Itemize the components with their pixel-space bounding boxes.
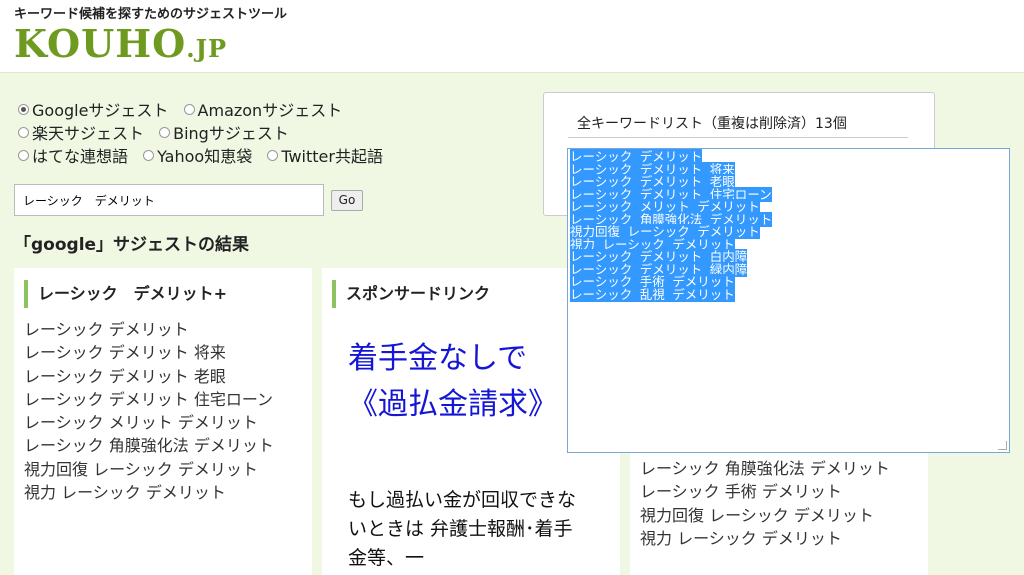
radio-hatena[interactable]: はてな連想語	[18, 143, 128, 167]
radio-label: はてな連想語	[32, 147, 129, 166]
site-header: キーワード候補を探すためのサジェストツール KOUHO.JP	[0, 0, 1024, 73]
suggest-item[interactable]: レーシック 角膜強化法 デメリット	[24, 434, 274, 457]
radio-label: Bingサジェスト	[173, 124, 289, 143]
sponsored-card-title: スポンサードリンク	[332, 280, 490, 308]
suggest-item[interactable]: レーシック デメリット	[24, 318, 274, 341]
keyword-list-title: 全キーワードリスト（重複は削除済）13個	[577, 116, 847, 132]
radio-amazon[interactable]: Amazonサジェスト	[183, 97, 343, 121]
radio-label: Amazonサジェスト	[197, 101, 343, 120]
radio-rakuten[interactable]: 楽天サジェスト	[18, 120, 144, 144]
radio-google[interactable]: Googleサジェスト	[18, 97, 168, 121]
radio-bing[interactable]: Bingサジェスト	[159, 120, 289, 144]
radio-label: Googleサジェスト	[32, 101, 169, 120]
radio-label: Twitter共起語	[281, 147, 383, 166]
resize-handle[interactable]	[998, 441, 1007, 450]
related-item[interactable]: 視力 レーシック デメリット	[640, 527, 890, 550]
related-list: レーシック 角膜強化法 デメリット レーシック 手術 デメリット 視力回復 レー…	[640, 457, 890, 550]
site-logo[interactable]: KOUHO.JP	[14, 20, 227, 73]
suggest-item[interactable]: レーシック デメリット 住宅ローン	[24, 388, 274, 411]
radio-dot[interactable]	[159, 127, 171, 138]
suggest-item[interactable]: 視力回復 レーシック デメリット	[24, 458, 274, 481]
ad-body-text[interactable]: もし過払い金が回収できないときは 弁護士報酬･着手金等、一	[348, 486, 583, 573]
go-button[interactable]: Go	[331, 190, 363, 211]
suggest-item[interactable]: レーシック デメリット 老眼	[24, 365, 274, 388]
related-item[interactable]: 視力回復 レーシック デメリット	[640, 504, 890, 527]
radio-dot[interactable]	[143, 150, 155, 161]
search-input[interactable]	[14, 184, 324, 216]
source-selector: Googleサジェスト Amazonサジェスト 楽天サジェスト Bingサジェス…	[18, 97, 518, 166]
radio-label: Yahoo知恵袋	[157, 147, 253, 166]
ad-headline-link[interactable]: 着手金なしで《過払金請求》	[348, 336, 573, 428]
panel-divider	[568, 137, 908, 138]
keyword-list-textarea[interactable]: レーシック デメリット レーシック デメリット 将来 レーシック デメリット 老…	[567, 148, 1010, 453]
source-row: 楽天サジェスト Bingサジェスト	[18, 120, 518, 143]
suggest-card-title: レーシック デメリット+	[24, 280, 227, 308]
radio-dot[interactable]	[18, 104, 29, 115]
related-item[interactable]: レーシック 手術 デメリット	[640, 480, 890, 503]
suggest-item[interactable]: レーシック メリット デメリット	[24, 411, 274, 434]
logo-suffix: .JP	[186, 34, 228, 63]
keyword-line: レーシック 乱視 デメリット	[570, 286, 1007, 302]
radio-dot[interactable]	[18, 150, 29, 161]
radio-twitter[interactable]: Twitter共起語	[267, 143, 383, 167]
suggest-item[interactable]: レーシック デメリット 将来	[24, 341, 274, 364]
radio-yahoo[interactable]: Yahoo知恵袋	[143, 143, 252, 167]
suggest-results-card: レーシック デメリット+ レーシック デメリット レーシック デメリット 将来 …	[14, 268, 312, 575]
keyword-text: レーシック 乱視 デメリット	[570, 286, 735, 302]
result-heading: 「google」サジェストの結果	[14, 235, 250, 255]
source-row: はてな連想語 Yahoo知恵袋 Twitter共起語	[18, 143, 518, 166]
radio-dot[interactable]	[267, 150, 279, 161]
related-item[interactable]: レーシック 角膜強化法 デメリット	[640, 457, 890, 480]
radio-dot[interactable]	[183, 104, 195, 115]
logo-main: KOUHO	[14, 21, 187, 66]
radio-label: 楽天サジェスト	[32, 124, 145, 143]
suggest-list: レーシック デメリット レーシック デメリット 将来 レーシック デメリット 老…	[24, 318, 274, 504]
source-row: Googleサジェスト Amazonサジェスト	[18, 97, 518, 120]
suggest-item[interactable]: 視力 レーシック デメリット	[24, 481, 274, 504]
radio-dot[interactable]	[18, 127, 29, 138]
